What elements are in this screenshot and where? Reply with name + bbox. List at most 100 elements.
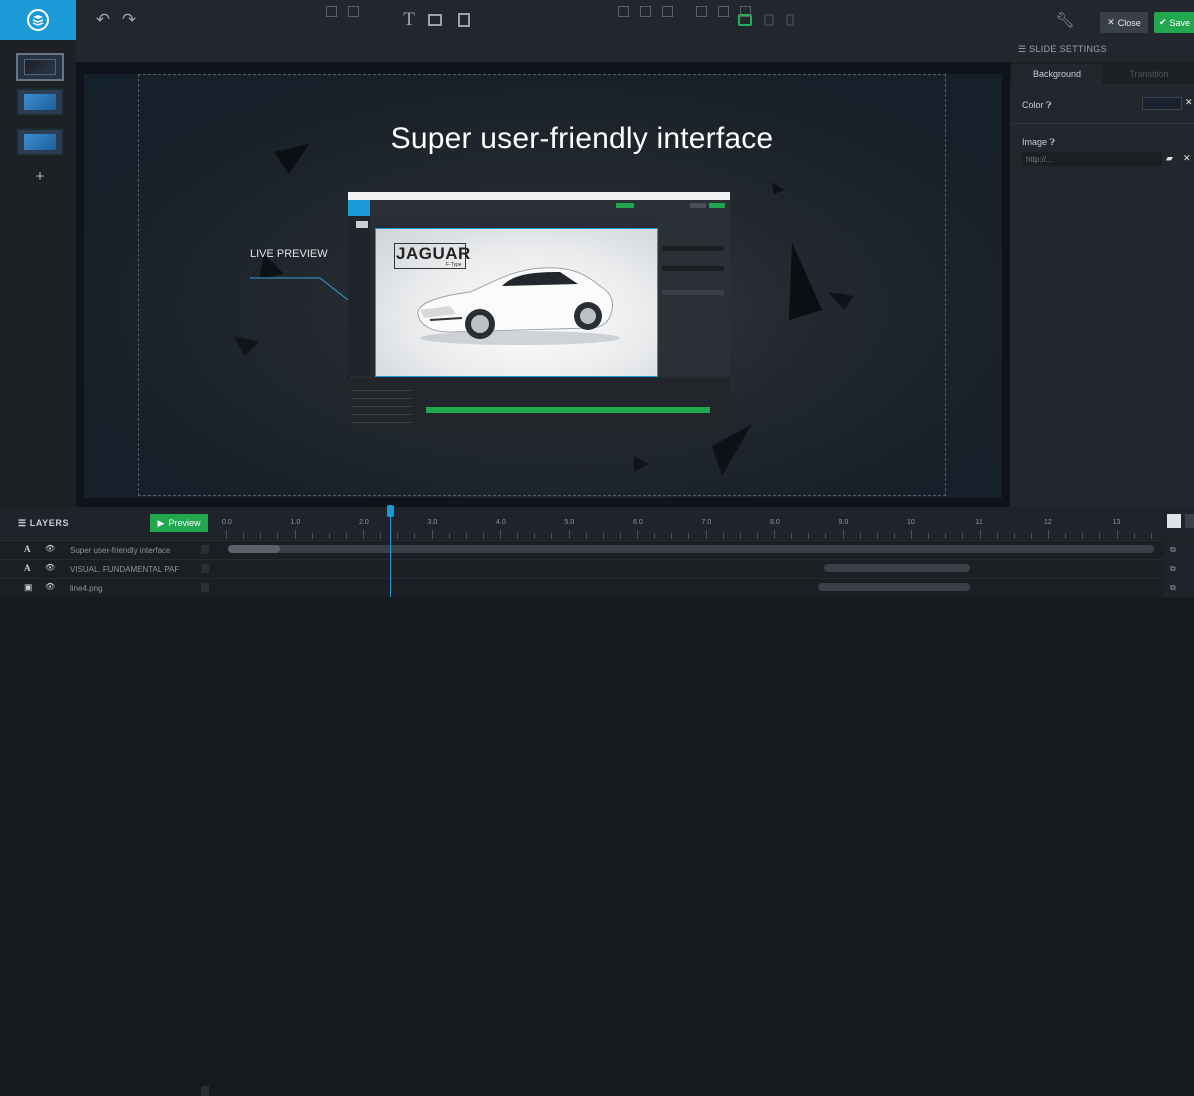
- tick-label: 9.0: [838, 519, 849, 526]
- live-preview-caption[interactable]: LIVE PREVIEW: [250, 248, 328, 260]
- help-icon[interactable]: ❓︎: [1050, 137, 1055, 147]
- layer-duration-bar[interactable]: [818, 583, 970, 591]
- delete-icon[interactable]: [348, 6, 359, 17]
- ruler-tick: [1048, 530, 1049, 539]
- ruler-tick: [688, 533, 690, 539]
- close-label: Close: [1117, 17, 1141, 28]
- image-label-text: Image: [1022, 137, 1048, 147]
- preview-close-button: [690, 203, 706, 208]
- text-icon: A: [24, 563, 31, 573]
- slide-thumbnail[interactable]: [16, 128, 64, 156]
- row-actions: [1164, 540, 1194, 597]
- ruler-tick: [1116, 530, 1118, 539]
- preview-toolbar: [370, 216, 658, 226]
- layer-row[interactable]: A 👁︎ VISUAL. FUNDAMENTAL PAF: [0, 559, 1194, 578]
- align-center-icon[interactable]: [640, 6, 651, 17]
- check-icon: ✔: [1159, 17, 1167, 27]
- clear-color-icon[interactable]: ✕: [1185, 97, 1193, 108]
- tick-label: 5.0: [564, 519, 575, 526]
- lock-icon[interactable]: [201, 545, 209, 554]
- app-logo[interactable]: [0, 0, 76, 40]
- eye-icon[interactable]: 👁︎: [45, 544, 55, 553]
- layer-duration-bar[interactable]: [824, 564, 970, 572]
- preview-button[interactable]: ▶ Preview: [150, 514, 208, 532]
- ruler-tick: [602, 533, 604, 539]
- ruler-tick: [260, 533, 262, 539]
- undo-icon[interactable]: ↶: [94, 10, 112, 30]
- close-button[interactable]: ✕ Close: [1100, 12, 1148, 33]
- duplicate-icon[interactable]: ⧉: [1170, 545, 1176, 555]
- slide-thumbnail[interactable]: [16, 88, 64, 116]
- slide-thumbnail[interactable]: [16, 53, 64, 81]
- duplicate-icon[interactable]: [326, 6, 337, 17]
- align-middle-icon[interactable]: [718, 6, 729, 17]
- lock-icon[interactable]: [201, 1086, 209, 1096]
- tab-transition[interactable]: Transition: [1104, 64, 1194, 84]
- color-picker[interactable]: [1142, 97, 1182, 110]
- ruler-tick: [534, 533, 536, 539]
- layer-duration-bar[interactable]: [228, 545, 1154, 553]
- image-url-input[interactable]: [1022, 152, 1162, 166]
- sliders-icon: ☰: [1018, 44, 1030, 54]
- layers-title: ☰ LAYERS: [18, 518, 69, 529]
- ruler-tick: [619, 533, 621, 539]
- ruler-tick: [1013, 533, 1015, 539]
- eye-icon[interactable]: 👁︎: [45, 582, 55, 591]
- add-video-icon[interactable]: [458, 13, 470, 27]
- ruler-tick: [791, 533, 793, 539]
- duplicate-icon[interactable]: ⧉: [1170, 583, 1176, 593]
- playhead-handle[interactable]: [387, 505, 394, 517]
- ruler-tick: [876, 533, 878, 539]
- preview-menubar: [348, 192, 730, 200]
- ruler-tick: [243, 533, 245, 539]
- clear-image-icon[interactable]: ✕: [1183, 153, 1191, 164]
- layers-title-text: LAYERS: [29, 518, 70, 528]
- layer-name[interactable]: line4.png: [70, 584, 102, 593]
- layer-toolbar: [76, 40, 1010, 62]
- add-image-icon[interactable]: [428, 14, 442, 26]
- top-toolbar: [0, 0, 1194, 40]
- ruler-tick: [705, 530, 707, 539]
- playhead[interactable]: [390, 507, 391, 597]
- ruler-tick: [1133, 533, 1135, 539]
- ruler-tick: [654, 533, 656, 539]
- zoom-in-icon[interactable]: [1185, 514, 1194, 528]
- save-button[interactable]: ✔ Save: [1154, 12, 1194, 33]
- tick-label: 4.0: [496, 519, 506, 526]
- text-icon: A: [24, 544, 31, 554]
- ruler-tick: [500, 530, 501, 539]
- slide-headline[interactable]: Super user-friendly interface: [84, 122, 1080, 156]
- eye-icon[interactable]: 👁︎: [45, 563, 55, 572]
- align-top-icon[interactable]: [696, 6, 707, 17]
- lock-icon[interactable]: [201, 564, 209, 573]
- tablet-view-icon[interactable]: [764, 14, 774, 26]
- add-text-icon[interactable]: T: [400, 9, 418, 30]
- duplicate-icon[interactable]: ⧉: [1170, 564, 1176, 574]
- ruler-tick: [1030, 533, 1032, 539]
- layer-start-handle[interactable]: [228, 545, 280, 553]
- help-icon[interactable]: ❓︎: [1046, 100, 1051, 110]
- mobile-view-icon[interactable]: [786, 14, 794, 26]
- align-left-icon[interactable]: [618, 6, 629, 17]
- layer-name[interactable]: VISUAL. FUNDAMENTAL PAF: [70, 565, 179, 574]
- ruler-tick: [774, 530, 775, 539]
- ruler-tick: [448, 533, 450, 539]
- preview-row-line: [352, 414, 412, 415]
- zoom-out-icon[interactable]: [1167, 514, 1181, 528]
- add-slide-icon[interactable]: +: [34, 169, 46, 184]
- preview-topbar: [348, 200, 730, 216]
- ruler-tick: [380, 533, 382, 539]
- redo-icon[interactable]: ↷: [120, 10, 138, 30]
- layer-name[interactable]: Super user-friendly interface: [70, 546, 171, 555]
- align-right-icon[interactable]: [662, 6, 673, 17]
- tick-label: 1.0: [290, 519, 301, 526]
- wrench-icon[interactable]: 🔧︎: [1055, 10, 1074, 30]
- tab-background[interactable]: Background: [1012, 64, 1102, 84]
- preview-row-line: [352, 422, 412, 423]
- ruler-tick: [363, 530, 364, 539]
- layer-row[interactable]: ▣ 👁︎ line4.png: [0, 578, 1194, 597]
- ruler-tick: [1150, 533, 1152, 539]
- align-bottom-icon[interactable]: [740, 6, 751, 17]
- folder-icon[interactable]: ▰: [1166, 153, 1173, 164]
- lock-icon[interactable]: [201, 583, 209, 592]
